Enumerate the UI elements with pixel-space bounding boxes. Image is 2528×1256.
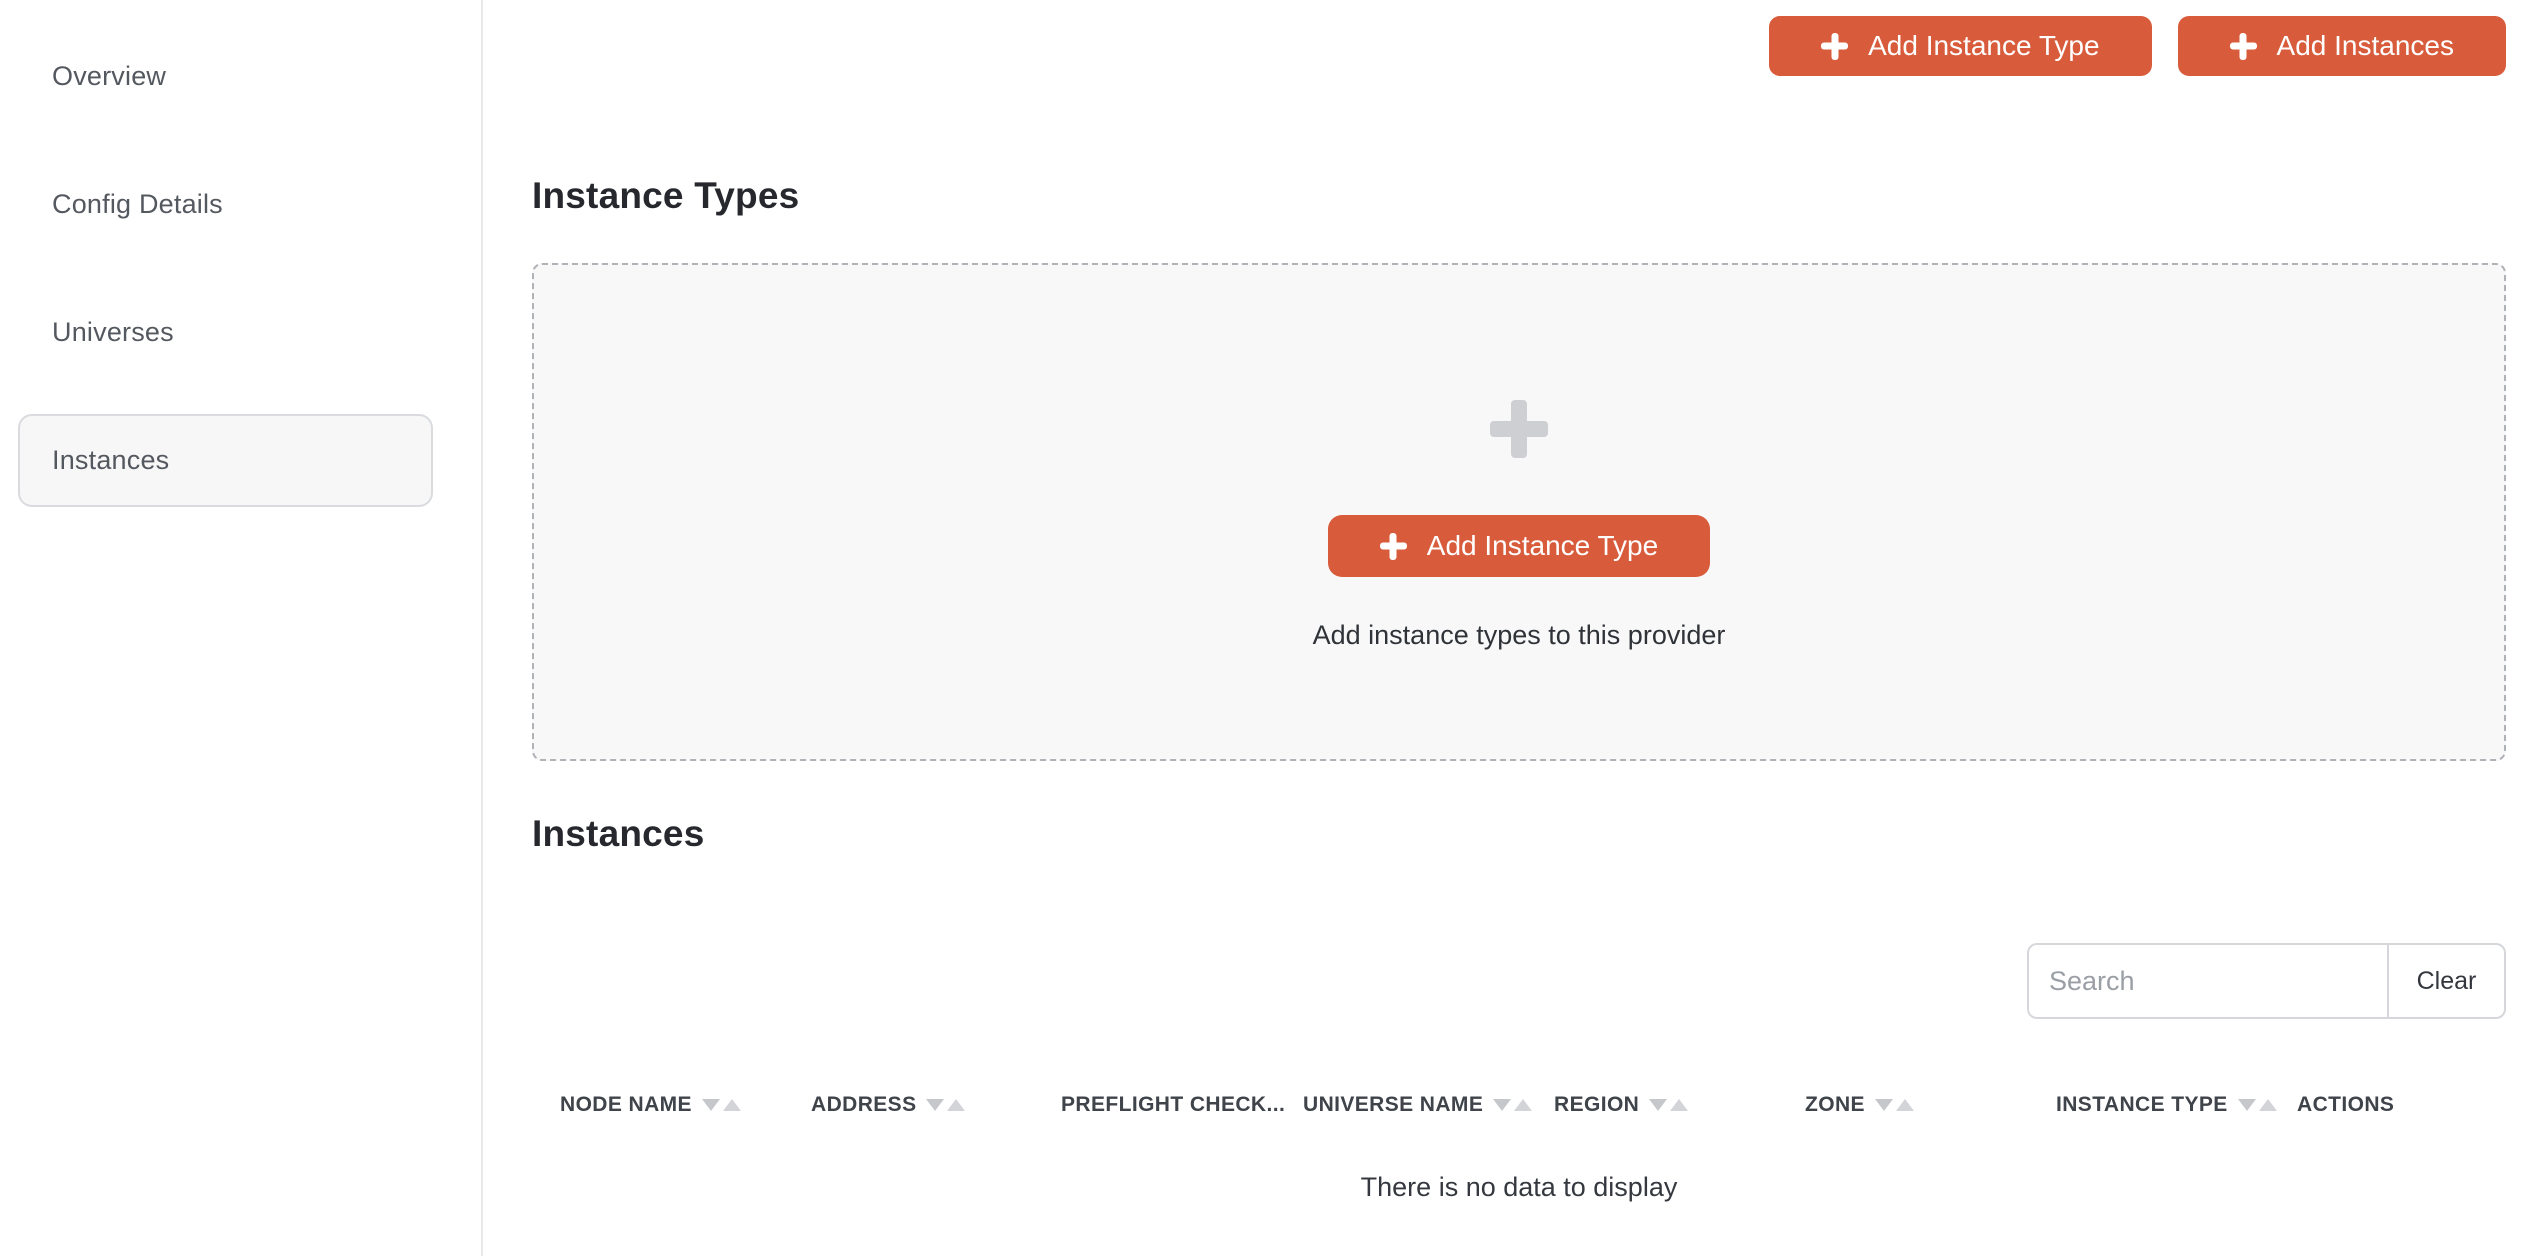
- sidebar-item-label: Config Details: [52, 189, 223, 219]
- plus-icon: [1821, 33, 1848, 60]
- sort-desc-icon: [2237, 1099, 2256, 1111]
- clear-search-button[interactable]: Clear: [2387, 943, 2506, 1019]
- provider-config-page: Overview Config Details Universes Instan…: [0, 0, 2528, 1256]
- sidebar-item-universes[interactable]: Universes: [18, 286, 433, 379]
- sidebar-nav: Overview Config Details Universes Instan…: [0, 0, 481, 507]
- column-header-address[interactable]: ADDRESS: [811, 1093, 1061, 1117]
- empty-state-caption: Add instance types to this provider: [1312, 620, 1726, 650]
- sidebar-item-instances[interactable]: Instances: [18, 414, 433, 507]
- plus-icon: [1490, 400, 1548, 458]
- sidebar-item-config-details[interactable]: Config Details: [18, 158, 433, 251]
- add-instance-type-button[interactable]: Add Instance Type: [1769, 16, 2152, 76]
- plus-icon-large-wrap: [1490, 400, 1548, 463]
- sort-asc-icon: [1514, 1099, 1533, 1111]
- top-action-bar: Add Instance Type Add Instances: [532, 0, 2506, 76]
- column-header-instance-type[interactable]: INSTANCE TYPE: [2056, 1093, 2297, 1117]
- sidebar: Overview Config Details Universes Instan…: [0, 0, 483, 1256]
- column-header-region[interactable]: REGION: [1554, 1093, 1805, 1117]
- sort-desc-icon: [1649, 1099, 1668, 1111]
- instance-types-empty-state: Add Instance Type Add instance types to …: [532, 263, 2506, 761]
- sort-icon: [1649, 1099, 1689, 1111]
- sort-asc-icon: [1670, 1099, 1689, 1111]
- sort-desc-icon: [1493, 1099, 1512, 1111]
- column-header-universe-name[interactable]: UNIVERSE NAME: [1303, 1093, 1554, 1117]
- sort-icon: [926, 1099, 966, 1111]
- plus-icon: [2230, 33, 2257, 60]
- search-row: Clear: [532, 943, 2506, 1019]
- sort-icon: [2237, 1099, 2277, 1111]
- instances-table-header: NODE NAME ADDRESS PREFLIGHT CHECK... UNI…: [532, 1093, 2506, 1117]
- sort-asc-icon: [2258, 1099, 2277, 1111]
- add-instances-button-label: Add Instances: [2276, 30, 2454, 61]
- empty-state-add-instance-type-button[interactable]: Add Instance Type: [1327, 515, 1711, 577]
- sort-icon: [1493, 1099, 1533, 1111]
- sidebar-item-overview[interactable]: Overview: [18, 30, 433, 123]
- search-input[interactable]: [2027, 943, 2387, 1019]
- sidebar-item-label: Overview: [52, 61, 167, 91]
- instance-types-section-title: Instance Types: [532, 175, 800, 216]
- column-header-node-name[interactable]: NODE NAME: [560, 1093, 811, 1117]
- column-header-preflight-check: PREFLIGHT CHECK...: [1061, 1093, 1286, 1116]
- main-content: Add Instance Type Add Instances Instance…: [483, 0, 2528, 1256]
- search-group: Clear: [2027, 943, 2506, 1019]
- plus-icon: [1380, 533, 1407, 560]
- table-empty-message: There is no data to display: [1360, 1172, 1678, 1202]
- empty-state-add-instance-type-label: Add Instance Type: [1426, 530, 1659, 561]
- add-instance-type-button-label: Add Instance Type: [1868, 30, 2100, 61]
- sort-desc-icon: [701, 1099, 720, 1111]
- column-header-zone[interactable]: ZONE: [1805, 1093, 2056, 1117]
- sidebar-item-label: Instances: [52, 445, 170, 475]
- sort-asc-icon: [1895, 1099, 1914, 1111]
- instances-section-title: Instances: [532, 813, 705, 854]
- sort-desc-icon: [926, 1099, 945, 1111]
- sort-icon: [701, 1099, 741, 1111]
- sort-icon: [1874, 1099, 1914, 1111]
- column-header-actions: ACTIONS: [2297, 1093, 2395, 1116]
- sort-desc-icon: [1874, 1099, 1893, 1111]
- sidebar-item-label: Universes: [52, 317, 174, 347]
- sort-asc-icon: [947, 1099, 966, 1111]
- sort-asc-icon: [722, 1099, 741, 1111]
- add-instances-button[interactable]: Add Instances: [2177, 16, 2506, 76]
